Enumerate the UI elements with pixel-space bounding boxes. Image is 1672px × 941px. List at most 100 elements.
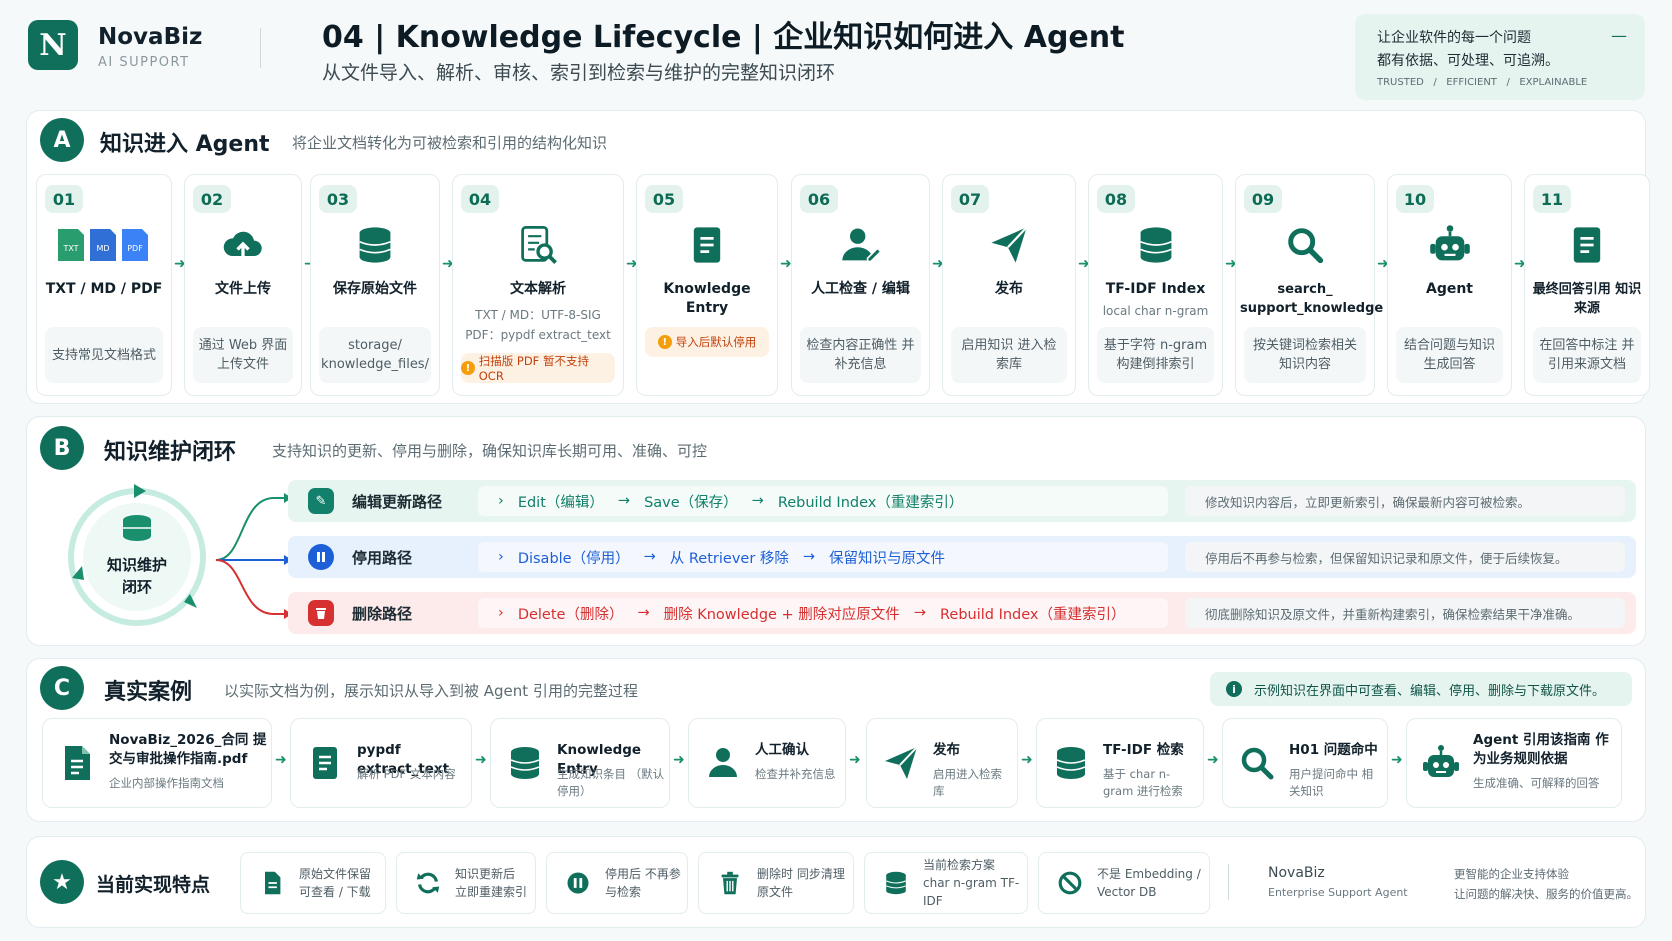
maintenance-path-row: ✎ 编辑更新路径 › Edit（编辑） → Save（保存） → Rebuild Inde… <box>288 480 1636 522</box>
case-sub: 生成准确、可解释的回答 <box>1473 776 1600 790</box>
flow-step: Disable（停用） <box>517 550 630 567</box>
cloud-upload-icon <box>185 220 301 270</box>
step-title: 文本解析 <box>510 281 566 297</box>
step-number: 01 <box>45 185 83 213</box>
step-desc: 在回答中标注 并引用来源文档 <box>1533 327 1641 383</box>
motto-dash: — <box>1611 26 1627 45</box>
page-title: 04 | Knowledge Lifecycle | 企业知识如何进入 Agen… <box>322 20 1125 55</box>
step-card: 04 文本解析 TXT / MD：UTF-8-SIG PDF：pypdf extr… <box>452 174 624 396</box>
step-title: 人工检查 / 编辑 <box>811 281 910 297</box>
case-card: Agent 引用该指南 作为业务规则依据 生成准确、可解释的回答 <box>1406 718 1622 808</box>
paper-plane-icon <box>943 220 1075 270</box>
brand-tag: AI SUPPORT <box>98 55 190 70</box>
chevron-right-icon: › <box>498 549 504 565</box>
features-title: 当前实现特点 <box>96 874 211 896</box>
step-number: 02 <box>193 185 231 213</box>
flow-step: Edit（编辑） <box>517 494 604 511</box>
step-number: 09 <box>1244 185 1282 213</box>
user-icon <box>701 741 745 785</box>
pause-icon <box>561 866 595 900</box>
path-note: 停用后不再参与检索，但保留知识记录和原文件，便于后续恢复。 <box>1185 542 1625 572</box>
case-sub: 启用进入检索库 <box>933 767 1002 798</box>
path-label: 编辑更新路径 <box>352 493 443 511</box>
motto-tags: TRUSTED / EFFICIENT / EXPLAINABLE <box>1377 77 1588 88</box>
footer-brand-sub: Enterprise Support Agent <box>1268 886 1408 899</box>
case-card: Knowledge Entry 生成知识条目 （默认停用） <box>490 718 670 808</box>
motto-line1: 让企业软件的每一个问题 <box>1377 30 1531 46</box>
warning-icon: ! <box>461 361 475 375</box>
feature-text: 不是 Embedding / Vector DB <box>1097 867 1201 899</box>
step-card: 08 TF-IDF Index local char n-gram 基于字符 n-g… <box>1088 174 1223 396</box>
case-card: 发布 启用进入检索库 <box>866 718 1018 808</box>
flow-arrow-icon: ➜ <box>780 256 792 272</box>
feature-text: 知识更新后 立即重建索引 <box>455 867 528 899</box>
footer-brand: NovaBiz <box>1268 865 1325 881</box>
flow-arrow-icon: ➜ <box>475 752 487 768</box>
step-number: 04 <box>461 185 499 213</box>
edit-icon: ✎ <box>308 488 334 514</box>
maintenance-cycle: 知识维护 闭环 <box>62 482 212 632</box>
arrow-right-icon: → <box>637 605 650 621</box>
maintenance-path-row: 停用路径 › Disable（停用） → 从 Retriever 移除 → 保留知识与原文… <box>288 536 1636 578</box>
section-b-title: 知识维护闭环 <box>104 440 237 465</box>
database-icon <box>879 866 913 900</box>
section-c-title: 真实案例 <box>104 680 193 705</box>
svg-text:MD: MD <box>96 244 109 253</box>
feature-text: 删除时 同步清理原文件 <box>757 867 845 899</box>
database-icon <box>1089 220 1222 270</box>
flow-step: Delete（删除） <box>517 606 624 623</box>
flow-step: 从 Retriever 移除 <box>669 550 789 567</box>
case-title: H01 问题命中 <box>1289 742 1378 758</box>
step-card: 03 保存原始文件 storage/ knowledge_files/ <box>310 174 440 396</box>
section-a-title: 知识进入 Agent <box>100 132 270 157</box>
step-sub: TXT / MD：UTF-8-SIG <box>475 308 601 322</box>
step-number: 06 <box>800 185 838 213</box>
chevron-right-icon: › <box>498 605 504 621</box>
case-card: TF-IDF 检索 基于 char n-gram 进行检索 <box>1036 718 1204 808</box>
step-number: 10 <box>1396 185 1434 213</box>
path-flow: › Edit（编辑） → Save（保存） → Rebuild Index（重建索引） <box>478 486 1168 516</box>
step-title: 文件上传 <box>215 281 271 297</box>
step-number: 03 <box>319 185 357 213</box>
step-card: 01 TXT MD PDF TXT / MD / PDF 支持常见文档格式 <box>36 174 172 396</box>
step-card: 06 人工检查 / 编辑检查内容正确性 并补充信息 <box>791 174 930 396</box>
arrow-right-icon: → <box>751 493 764 509</box>
warning-icon: ! <box>657 335 672 349</box>
section-c-badge: C <box>40 666 84 710</box>
step-desc: 检查内容正确性 并补充信息 <box>800 327 921 383</box>
search-icon <box>1236 220 1374 270</box>
branch-arrows <box>215 493 290 619</box>
case-sub: 企业内部操作指南文档 <box>109 776 224 790</box>
section-b-subtitle: 支持知识的更新、停用与删除，确保知识库长期可用、准确、可控 <box>272 442 708 460</box>
case-sub: 用户提问命中 相关知识 <box>1289 767 1374 798</box>
motto-line2: 都有依据、可处理、可追溯。 <box>1377 53 1559 69</box>
feature-text: 当前检索方案 char n-gram TF-IDF <box>923 858 1020 908</box>
user-edit-icon <box>792 220 929 270</box>
case-title: NovaBiz_2026_合同 提交与审批操作指南.pdf <box>109 732 267 767</box>
step-number: 05 <box>645 185 683 213</box>
step-desc: 通过 Web 界面上传文件 <box>193 327 293 383</box>
case-sub: 解析 PDF 文本内容 <box>357 767 456 781</box>
step-sub: local char n-gram <box>1102 304 1209 318</box>
footer-slogan: 更智能的企业支持体验 <box>1454 867 1569 881</box>
case-title: 人工确认 <box>755 742 809 758</box>
file-types-icon: TXT MD PDF <box>37 220 171 270</box>
feature-item: 原始文件保留 可查看 / 下载 <box>240 852 386 914</box>
step-title: 发布 <box>995 281 1023 297</box>
step-desc: storage/ knowledge_files/ <box>319 327 431 383</box>
header-divider <box>260 28 261 68</box>
motto-box: 让企业软件的每一个问题 都有依据、可处理、可追溯。 TRUSTED / EFFI… <box>1355 14 1645 100</box>
flow-step: 删除 Knowledge + 删除对应原文件 <box>663 606 900 623</box>
path-flow: › Delete（删除） → 删除 Knowledge + 删除对应原文件 → Rebui… <box>478 598 1168 628</box>
pause-icon <box>308 544 334 570</box>
case-card: 人工确认 检查并补充信息 <box>688 718 846 808</box>
star-icon: ★ <box>40 860 84 904</box>
step-title: TXT / MD / PDF <box>45 281 163 297</box>
step-card: 05 Knowledge Entry! 导入后默认停用 <box>636 174 778 396</box>
document-icon <box>1525 220 1649 270</box>
svg-text:PDF: PDF <box>127 244 143 253</box>
document-icon <box>303 741 347 785</box>
case-title: Agent 引用该指南 作为业务规则依据 <box>1473 732 1609 767</box>
database-icon <box>1049 741 1093 785</box>
case-title: TF-IDF 检索 <box>1103 742 1184 758</box>
